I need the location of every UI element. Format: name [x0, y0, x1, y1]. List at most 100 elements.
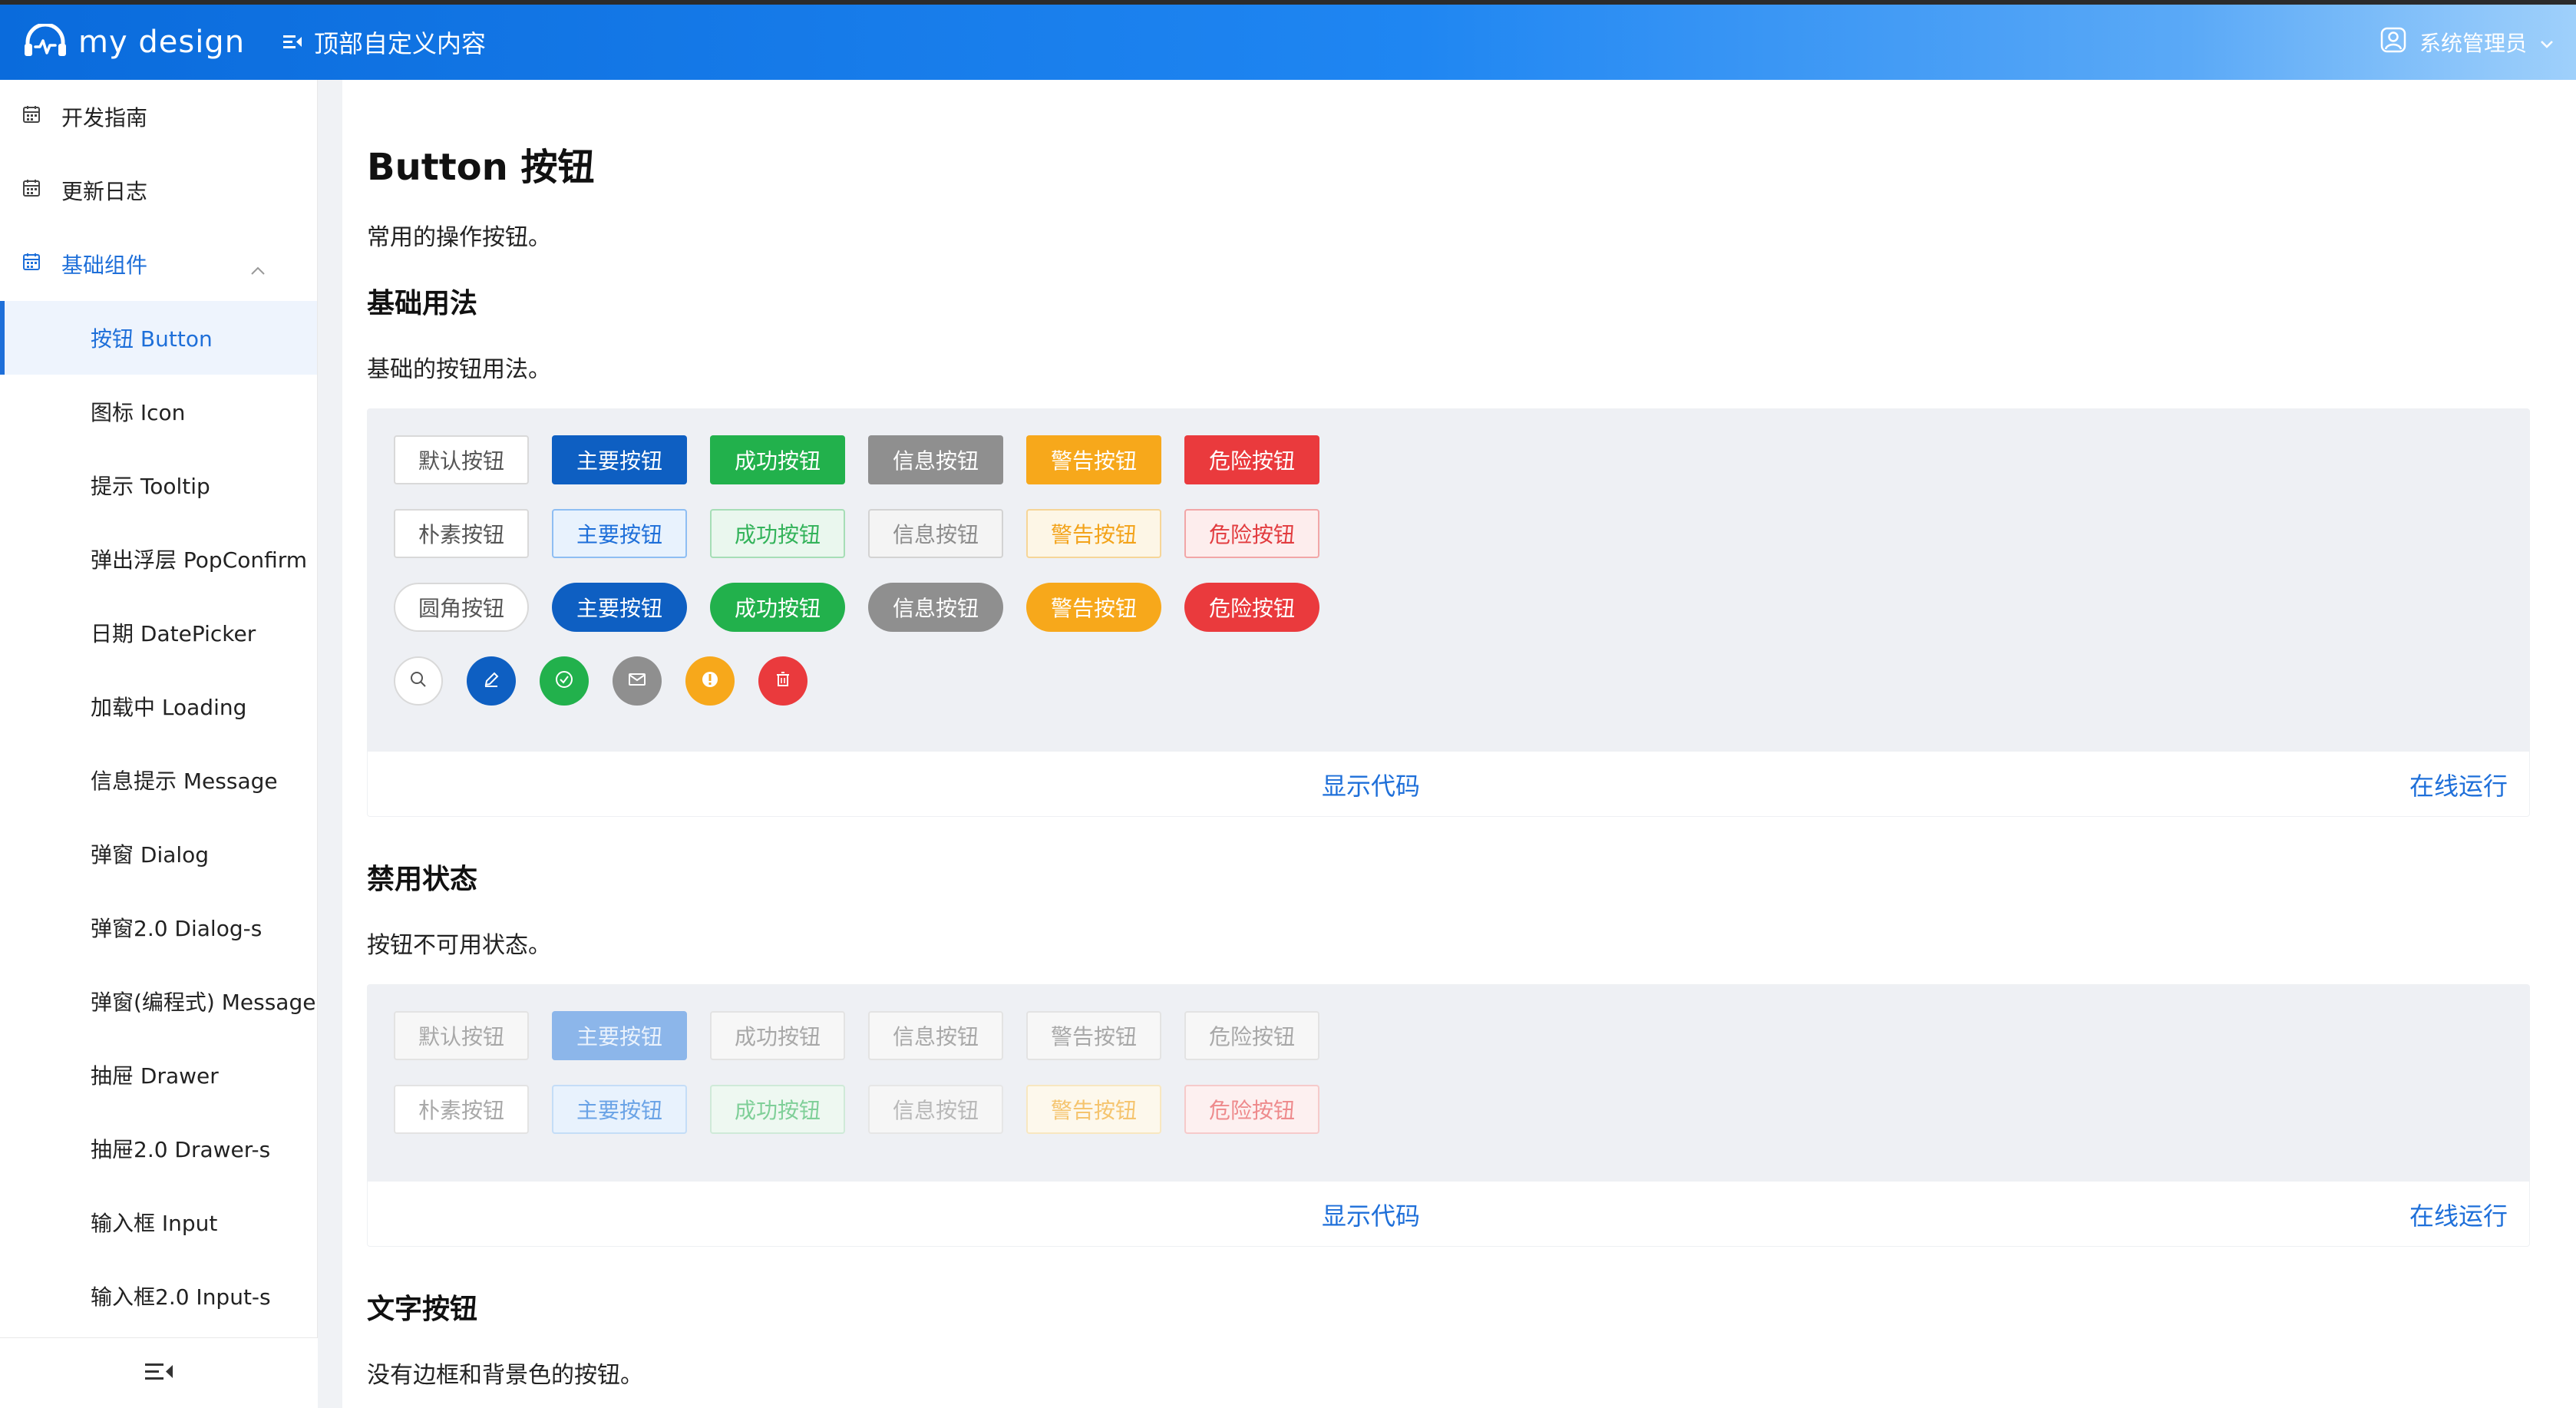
button-row-solid: 默认按钮 主要按钮 成功按钮 信息按钮 警告按钮 危险按钮	[394, 435, 1342, 484]
calendar-icon	[21, 178, 61, 203]
sidebar-item-icon[interactable]: 图标 Icon	[0, 375, 317, 448]
logo[interactable]: my design	[23, 22, 246, 61]
sidebar-item-loading[interactable]: 加载中 Loading	[0, 669, 317, 743]
danger-button[interactable]: 危险按钮	[1184, 435, 1319, 484]
section-title-disabled: 禁用状态	[367, 864, 478, 895]
message-icon	[626, 670, 648, 692]
sidebar-item-tooltip[interactable]: 提示 Tooltip	[0, 448, 317, 522]
headphones-logo-icon	[23, 22, 68, 61]
sidebar-item-input-s[interactable]: 输入框2.0 Input-s	[0, 1259, 317, 1333]
run-online-link[interactable]: 在线运行	[2409, 1197, 2508, 1232]
button-row-plain: 朴素按钮 主要按钮 成功按钮 信息按钮 警告按钮 危险按钮	[394, 509, 1342, 558]
plain-info-button[interactable]: 信息按钮	[868, 509, 1003, 558]
disabled-primary-button[interactable]: 主要按钮	[552, 1011, 687, 1060]
primary-button[interactable]: 主要按钮	[552, 435, 687, 484]
section-title-text-button: 文字按钮	[367, 1294, 478, 1325]
disabled-warning-button[interactable]: 警告按钮	[1026, 1011, 1161, 1060]
sidebar-item-button[interactable]: 按钮 Button	[0, 301, 317, 375]
demo-area: 默认按钮 主要按钮 成功按钮 信息按钮 警告按钮 危险按钮 朴素按钮 主要按钮 …	[368, 985, 2529, 1182]
disabled-success-button[interactable]: 成功按钮	[710, 1011, 845, 1060]
disabled-default-button[interactable]: 默认按钮	[394, 1011, 529, 1060]
circle-edit-button[interactable]	[467, 656, 516, 706]
success-button[interactable]: 成功按钮	[710, 435, 845, 484]
sidebar-item-dev-guide[interactable]: 开发指南	[0, 80, 317, 154]
disabled-plain-default-button[interactable]: 朴素按钮	[394, 1085, 529, 1134]
edit-icon	[481, 669, 501, 692]
disabled-plain-primary-button[interactable]: 主要按钮	[552, 1085, 687, 1134]
sidebar-group-basic-components[interactable]: 基础组件	[0, 227, 317, 301]
circle-delete-button[interactable]	[758, 656, 807, 706]
sidebar-item-input[interactable]: 输入框 Input	[0, 1185, 317, 1259]
sidebar-item-drawer-s[interactable]: 抽屉2.0 Drawer-s	[0, 1112, 317, 1185]
section-desc-basic: 基础的按钮用法。	[367, 356, 551, 383]
main-content: Button 按钮 常用的操作按钮。 基础用法 基础的按钮用法。 默认按钮 主要…	[342, 80, 2576, 1408]
warning-button[interactable]: 警告按钮	[1026, 435, 1161, 484]
menu-fold-icon[interactable]	[282, 28, 314, 57]
circle-star-button[interactable]	[685, 656, 735, 706]
sidebar-item-drawer[interactable]: 抽屉 Drawer	[0, 1038, 317, 1112]
page-description: 常用的操作按钮。	[367, 224, 551, 251]
disabled-plain-info-button[interactable]: 信息按钮	[868, 1085, 1003, 1134]
run-online-link[interactable]: 在线运行	[2409, 767, 2508, 802]
sidebar-item-message[interactable]: 信息提示 Message	[0, 743, 317, 817]
default-button[interactable]: 默认按钮	[394, 435, 529, 484]
disabled-danger-button[interactable]: 危险按钮	[1184, 1011, 1319, 1060]
user-dropdown[interactable]: 系统管理员	[2379, 5, 2555, 80]
disabled-info-button[interactable]: 信息按钮	[868, 1011, 1003, 1060]
user-icon	[2379, 26, 2407, 59]
round-info-button[interactable]: 信息按钮	[868, 583, 1003, 632]
chevron-down-icon	[2539, 30, 2555, 55]
calendar-icon	[21, 104, 61, 130]
plain-success-button[interactable]: 成功按钮	[710, 509, 845, 558]
round-danger-button[interactable]: 危险按钮	[1184, 583, 1319, 632]
check-icon	[553, 669, 575, 693]
search-icon	[408, 669, 428, 692]
sidebar-item-dialog-s[interactable]: 弹窗2.0 Dialog-s	[0, 891, 317, 964]
calendar-icon	[21, 252, 61, 277]
sidebar-collapse-button[interactable]	[0, 1337, 318, 1408]
sidebar-group-label: 基础组件	[61, 253, 148, 278]
sidebar-item-label: 更新日志	[61, 179, 148, 204]
section-desc-disabled: 按钮不可用状态。	[367, 932, 551, 959]
disabled-plain-danger-button[interactable]: 危险按钮	[1184, 1085, 1319, 1134]
plain-warning-button[interactable]: 警告按钮	[1026, 509, 1161, 558]
demo-footer: 显示代码 在线运行	[368, 1182, 2529, 1246]
round-success-button[interactable]: 成功按钮	[710, 583, 845, 632]
sidebar-item-popconfirm[interactable]: 弹出浮层 PopConfirm	[0, 522, 317, 596]
star-icon	[699, 669, 721, 693]
sidebar-item-changelog[interactable]: 更新日志	[0, 154, 317, 227]
page-title: Button 按钮	[367, 146, 595, 189]
show-code-link[interactable]: 显示代码	[1322, 767, 1420, 802]
round-warning-button[interactable]: 警告按钮	[1026, 583, 1161, 632]
circle-message-button[interactable]	[613, 656, 662, 706]
plain-danger-button[interactable]: 危险按钮	[1184, 509, 1319, 558]
menu-fold-icon	[144, 1360, 174, 1387]
sidebar-item-label: 开发指南	[61, 105, 148, 131]
round-default-button[interactable]: 圆角按钮	[394, 583, 529, 632]
demo-area: 默认按钮 主要按钮 成功按钮 信息按钮 警告按钮 危险按钮 朴素按钮 主要按钮 …	[368, 409, 2529, 752]
button-row-disabled-plain: 朴素按钮 主要按钮 成功按钮 信息按钮 警告按钮 危险按钮	[394, 1085, 1342, 1134]
button-row-circle	[394, 656, 831, 706]
show-code-link[interactable]: 显示代码	[1322, 1197, 1420, 1232]
delete-icon	[773, 669, 793, 692]
circle-search-button[interactable]	[394, 656, 443, 706]
section-title-basic: 基础用法	[367, 288, 478, 319]
disabled-plain-warning-button[interactable]: 警告按钮	[1026, 1085, 1161, 1134]
logo-text: my design	[78, 25, 246, 60]
sidebar-item-datepicker[interactable]: 日期 DatePicker	[0, 596, 317, 669]
info-button[interactable]: 信息按钮	[868, 435, 1003, 484]
section-desc-text-button: 没有边框和背景色的按钮。	[367, 1362, 643, 1389]
sidebar: 开发指南 更新日志 基础组件 按钮 Button 图标 Icon 提示 Tool…	[0, 80, 318, 1408]
chevron-up-icon	[249, 256, 286, 282]
sidebar-item-messagebox[interactable]: 弹窗(编程式) MessageBox	[0, 964, 317, 1038]
demo-footer: 显示代码 在线运行	[368, 752, 2529, 816]
round-primary-button[interactable]: 主要按钮	[552, 583, 687, 632]
sidebar-item-dialog[interactable]: 弹窗 Dialog	[0, 817, 317, 891]
button-row-disabled: 默认按钮 主要按钮 成功按钮 信息按钮 警告按钮 危险按钮	[394, 1011, 1342, 1060]
header-custom-content[interactable]: 顶部自定义内容	[282, 25, 486, 60]
user-name: 系统管理员	[2419, 31, 2527, 56]
plain-default-button[interactable]: 朴素按钮	[394, 509, 529, 558]
disabled-plain-success-button[interactable]: 成功按钮	[710, 1085, 845, 1134]
plain-primary-button[interactable]: 主要按钮	[552, 509, 687, 558]
circle-check-button[interactable]	[540, 656, 589, 706]
